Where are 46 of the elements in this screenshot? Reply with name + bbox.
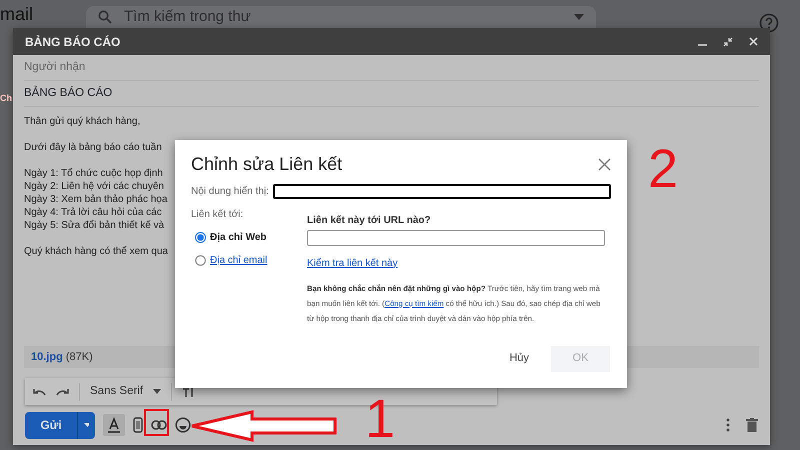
send-options-button[interactable] [77, 412, 95, 438]
exit-fullscreen-icon[interactable] [723, 36, 733, 46]
field-label: Liên kết này tới URL nào? [307, 214, 432, 228]
field-label: Nội dung hiển thị: [191, 184, 269, 199]
help-icon[interactable] [759, 12, 779, 32]
body-text-line: Ngày 5: Sửa đổi bản thiết kế và [24, 219, 164, 232]
body-text-line: Dưới đây là bảng báo cáo tuần [24, 141, 162, 154]
attachment-name: 10.jpg (87K) [31, 350, 93, 365]
link-icon[interactable] [151, 420, 167, 430]
close-icon[interactable] [598, 158, 611, 172]
option-label[interactable]: Địa chỉ Web [210, 230, 266, 245]
highlight-frame [144, 409, 169, 436]
more-options-icon[interactable] [726, 418, 730, 432]
search-icon [98, 10, 112, 24]
radio-button[interactable] [195, 232, 206, 243]
dialog-title: Chỉnh sửa Liên kết [191, 154, 342, 176]
caret-icon[interactable] [153, 389, 162, 394]
caret-icon[interactable] [574, 14, 584, 20]
subject-field[interactable]: BẢNG BÁO CÁO [24, 84, 112, 102]
text-format-icon[interactable] [103, 414, 125, 436]
send-button[interactable]: Gửi [25, 412, 77, 438]
display-text-field[interactable] [272, 184, 611, 199]
window-title: BẢNG BÁO CÁO [25, 34, 120, 50]
trash-icon[interactable] [746, 418, 758, 432]
body-text-line: Ngày 4: Trả lời câu hỏi của các [24, 206, 162, 219]
field-label: Liên kết tới: [191, 208, 244, 222]
body-text-line: Ngày 2: Liên hệ với các chuyên [24, 180, 164, 193]
cancel-button[interactable]: Hủy [503, 349, 535, 368]
tab-label[interactable]: Ch [0, 92, 12, 106]
body-text-line: Ngày 1: Tổ chức cuộc họp định [24, 167, 163, 180]
attach-icon[interactable] [133, 417, 143, 433]
emoji-icon[interactable] [175, 417, 191, 433]
step-number: 2 [648, 142, 678, 196]
body-text-line: Ngày 3: Xem bản thảo phác họa [24, 193, 168, 206]
undo-icon[interactable] [33, 388, 46, 396]
test-link[interactable]: Kiểm tra liên kết này [307, 258, 398, 269]
url-field[interactable] [307, 230, 605, 246]
caret-icon [84, 423, 89, 427]
redo-icon[interactable] [56, 388, 69, 396]
body-text-line: Thân gửi quý khách hàng, [24, 115, 140, 128]
logo-text: mail [0, 5, 34, 23]
font-dropdown[interactable]: Sans Serif [90, 382, 144, 400]
step-number: 1 [365, 392, 396, 446]
body-text-line: Quý khách hàng có thể xem qua [24, 245, 168, 258]
option-link[interactable]: Địa chỉ email [210, 252, 268, 268]
radio-button[interactable] [195, 254, 206, 266]
